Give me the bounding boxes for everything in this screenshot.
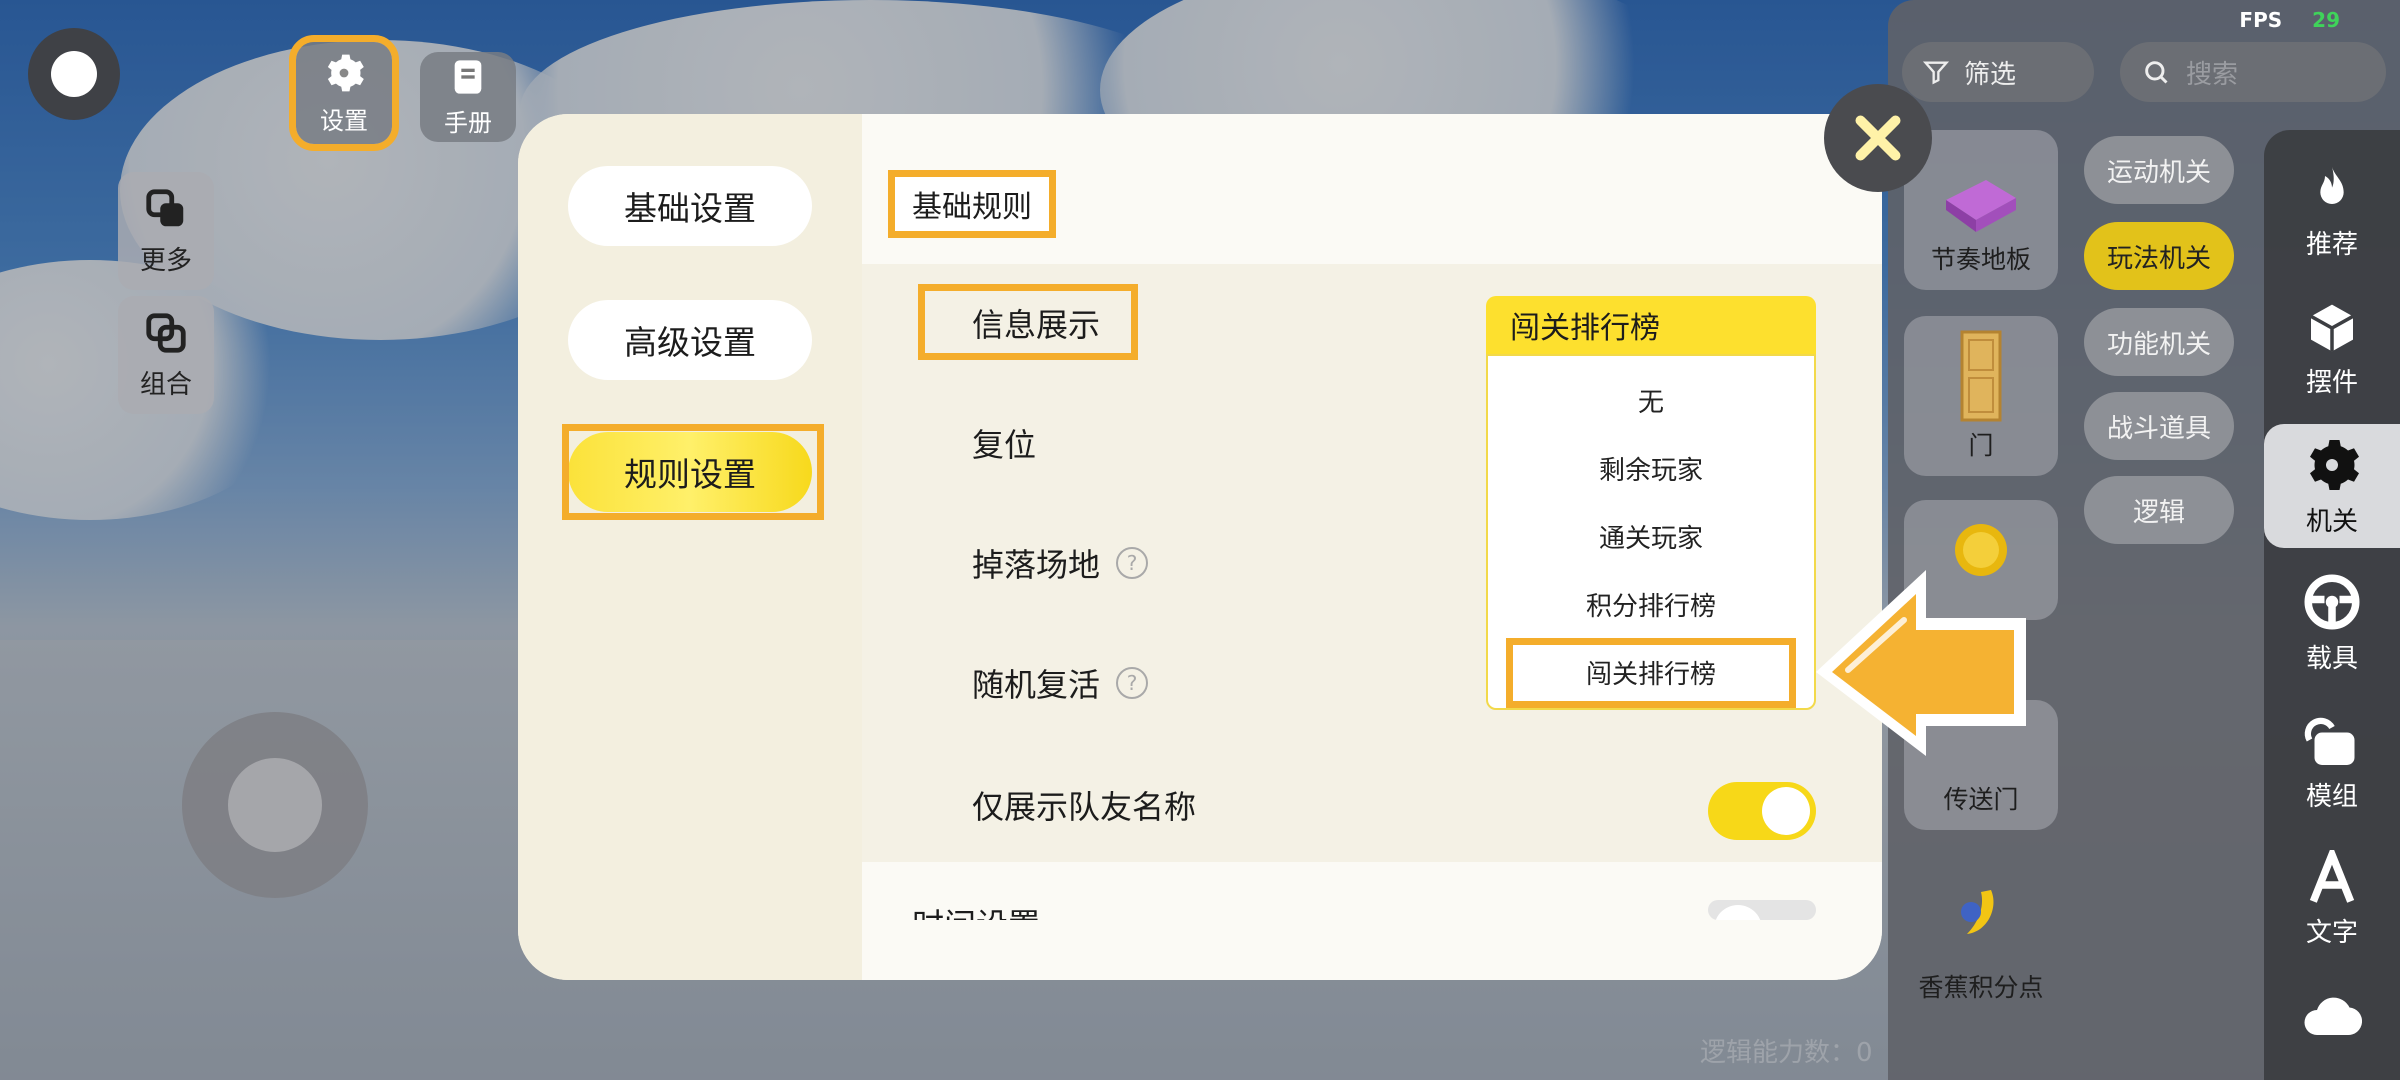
- subtag-gameplay[interactable]: 玩法机关: [2084, 222, 2234, 290]
- highlight-box: [918, 284, 1138, 360]
- category-module[interactable]: 模组: [2264, 700, 2400, 822]
- flame-icon: [2320, 166, 2344, 204]
- category-mechanism[interactable]: 机关: [2264, 424, 2400, 548]
- joystick-knob[interactable]: [228, 758, 322, 852]
- row-label: 掉落场地: [972, 546, 1101, 584]
- row-reset: 复位: [972, 420, 1036, 466]
- category-label: 模组: [2305, 781, 2358, 812]
- gear-icon: [2310, 439, 2359, 490]
- teammate-names-toggle[interactable]: [1708, 782, 1816, 840]
- more-button[interactable]: 更多: [118, 172, 214, 290]
- combine-label: 组合: [139, 369, 192, 400]
- logic-count: 逻辑能力数：0: [1700, 1038, 1873, 1068]
- item-door[interactable]: 门: [1904, 316, 2058, 476]
- search-placeholder: 搜索: [2186, 59, 2239, 90]
- search-input[interactable]: 搜索: [2120, 42, 2386, 102]
- category-label: 推荐: [2305, 229, 2358, 260]
- item-label: 传送门: [1943, 785, 2019, 814]
- row-teammate-names: 仅展示队友名称: [972, 782, 1196, 828]
- manual-label: 手册: [444, 108, 492, 137]
- subtag-motion[interactable]: 运动机关: [2084, 136, 2234, 204]
- record-button[interactable]: [28, 28, 120, 120]
- item-label: 节奏地板: [1930, 245, 2031, 274]
- combine-button[interactable]: 组合: [118, 296, 214, 414]
- section-title: 基础规则: [888, 170, 1056, 238]
- close-button[interactable]: [1824, 84, 1932, 192]
- item-label: 门: [1968, 431, 1994, 460]
- option-score-leaderboard[interactable]: 积分排行榜: [1488, 574, 1814, 634]
- info-display-select[interactable]: 闯关排行榜: [1486, 296, 1816, 354]
- settings-nav: 基础设置 高级设置 规则设置: [518, 114, 862, 980]
- category-label: 文字: [2305, 917, 2358, 948]
- fps-counter: FPS 29: [2239, 8, 2340, 32]
- cloud-icon: [2304, 997, 2362, 1036]
- help-icon[interactable]: ?: [1116, 547, 1149, 579]
- subtag-logic[interactable]: 逻辑: [2084, 476, 2234, 544]
- category-recommend[interactable]: 推荐: [2264, 150, 2400, 272]
- row-time-settings: 时间设置: [912, 900, 1040, 920]
- row-label: 随机复活: [972, 666, 1101, 704]
- category-vehicle[interactable]: 载具: [2264, 562, 2400, 684]
- filter-button[interactable]: 筛选: [1902, 42, 2094, 102]
- help-icon[interactable]: ?: [1116, 667, 1149, 699]
- row-random-respawn: 随机复活 ?: [972, 660, 1149, 706]
- highlight-box: [562, 424, 824, 520]
- close-icon: [1855, 115, 1901, 161]
- category-decor[interactable]: 摆件: [2264, 288, 2400, 410]
- category-weather[interactable]: [2264, 978, 2400, 1058]
- category-label: 摆件: [2305, 367, 2358, 398]
- category-text[interactable]: 文字: [2264, 838, 2400, 960]
- arrow-pointer-icon: [1816, 570, 2026, 756]
- time-settings-toggle[interactable]: [1708, 900, 1816, 920]
- row-label: 仅展示队友名称: [972, 788, 1197, 826]
- more-label: 更多: [139, 245, 192, 276]
- manual-icon: [454, 59, 482, 94]
- settings-icon: [327, 54, 364, 91]
- option-remaining-players[interactable]: 剩余玩家: [1488, 438, 1814, 498]
- combine-icon: [146, 312, 186, 353]
- row-label: 复位: [972, 426, 1037, 464]
- nav-basic-settings[interactable]: 基础设置: [568, 166, 812, 246]
- item-label: 香蕉积分点: [1918, 973, 2044, 1002]
- subtag-function[interactable]: 功能机关: [2084, 308, 2234, 376]
- category-label: 机关: [2305, 506, 2358, 537]
- module-icon: [2304, 717, 2355, 765]
- option-none[interactable]: 无: [1488, 370, 1814, 430]
- more-icon: [146, 188, 184, 226]
- box-icon: [2310, 304, 2354, 351]
- subtag-combat[interactable]: 战斗道具: [2084, 392, 2234, 460]
- steering-wheel-icon: [2304, 574, 2360, 629]
- filter-label: 筛选: [1964, 59, 2017, 90]
- search-icon: [2145, 61, 2168, 84]
- rhythm-floor-thumbnail: [1946, 180, 2016, 232]
- movement-joystick[interactable]: [182, 712, 368, 898]
- category-label: 载具: [2305, 643, 2358, 674]
- row-fall-area: 掉落场地 ?: [972, 540, 1149, 586]
- option-finished-players[interactable]: 通关玩家: [1488, 506, 1814, 566]
- item-banana-point[interactable]: 香蕉积分点: [1904, 858, 2058, 1018]
- nav-advanced-settings[interactable]: 高级设置: [568, 300, 812, 380]
- fps-label: FPS: [2239, 8, 2283, 32]
- fps-value: 29: [2312, 8, 2340, 32]
- manual-button[interactable]: 手册: [420, 52, 516, 142]
- banana-thumbnail: [1961, 890, 1994, 934]
- highlight-box: [1506, 638, 1796, 708]
- text-icon: [2309, 849, 2355, 903]
- settings-label: 设置: [320, 106, 368, 135]
- filter-icon: [1922, 61, 1950, 85]
- door-thumbnail: [1960, 330, 2002, 422]
- settings-button[interactable]: 设置: [289, 35, 399, 151]
